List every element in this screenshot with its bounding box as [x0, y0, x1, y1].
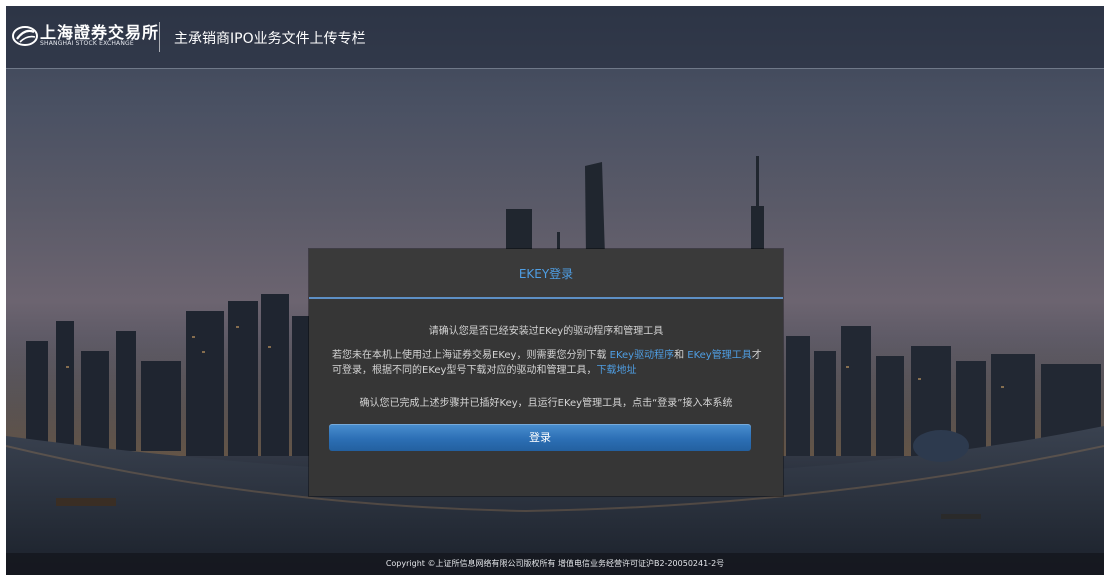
login-button[interactable]: 登录	[329, 424, 751, 451]
download-text-part1: 若您未在本机上使用过上海证券交易EKey，则需要您分别下载	[332, 350, 610, 361]
dialog-header: EKEY登录	[309, 249, 783, 299]
download-text-part2: 和	[674, 350, 688, 361]
ready-instructions: 确认您已完成上述步骤并已插好Key，且运行EKey管理工具，点击“登录”接入本系…	[359, 398, 733, 409]
header-divider	[159, 22, 160, 52]
download-address-link[interactable]: 下载地址	[596, 365, 636, 376]
ekey-login-dialog: EKEY登录 请确认您是否已经安装过EKey的驱动程序和管理工具 若您未在本机上…	[309, 249, 783, 496]
logo-english-name: SHANGHAI STOCK EXCHANGE	[40, 40, 134, 47]
copyright-text: Copyright ©上证所信息网络有限公司版权所有 增值电信业务经营许可证沪B…	[385, 559, 725, 568]
site-header: 上海證券交易所 SHANGHAI STOCK EXCHANGE 主承销商IPO业…	[6, 6, 1104, 69]
page-background: 上海證券交易所 SHANGHAI STOCK EXCHANGE 主承销商IPO业…	[6, 6, 1104, 575]
site-footer: Copyright ©上证所信息网络有限公司版权所有 增值电信业务经营许可证沪B…	[6, 553, 1104, 575]
page-title: 主承销商IPO业务文件上传专栏	[174, 31, 366, 47]
confirm-installed-text: 请确认您是否已经安装过EKey的驱动程序和管理工具	[428, 326, 664, 337]
dialog-title: EKEY登录	[518, 267, 574, 281]
sse-logo-icon	[12, 26, 38, 46]
ekey-manager-link[interactable]: EKey管理工具	[687, 350, 751, 361]
ekey-driver-link[interactable]: EKey驱动程序	[610, 350, 674, 361]
download-instructions: 若您未在本机上使用过上海证券交易EKey，则需要您分别下载 EKey驱动程序和 …	[332, 348, 764, 378]
